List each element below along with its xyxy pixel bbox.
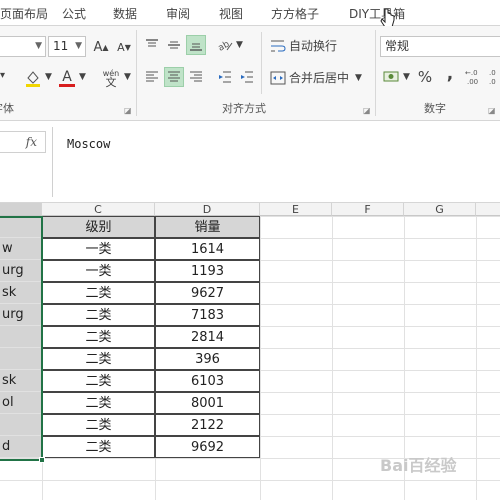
cell-level[interactable]: 二类 — [42, 414, 155, 436]
chevron-down-icon[interactable]: ▼ — [236, 40, 243, 50]
group-label-alignment: 对齐方式 — [222, 102, 266, 115]
header-cell-level[interactable]: 级别 — [42, 216, 155, 238]
fx-icon: fx — [25, 135, 37, 149]
group-divider — [261, 32, 262, 94]
column-header-g[interactable]: G — [404, 203, 476, 216]
cell-level[interactable]: 一类 — [42, 260, 155, 282]
svg-text:ab: ab — [217, 39, 232, 52]
align-bottom-icon[interactable] — [186, 35, 206, 55]
cell-sales[interactable]: 6103 — [155, 370, 260, 392]
cell-level[interactable]: 二类 — [42, 392, 155, 414]
ribbon-tabs: 页面布局 公式 数据 审阅 视图 方方格子 DIY工具箱 — [0, 0, 500, 28]
tab-diy-toolbox[interactable]: DIY工具箱 — [349, 5, 405, 22]
group-label-font: 字体 — [0, 102, 14, 115]
group-divider — [136, 30, 137, 116]
comma-style-button[interactable]: , — [440, 64, 460, 84]
cell-sales[interactable]: 7183 — [155, 304, 260, 326]
cell-sales[interactable]: 1193 — [155, 260, 260, 282]
group-divider — [375, 30, 376, 116]
wrap-text-icon — [271, 40, 286, 51]
insert-function-button[interactable]: fx — [0, 131, 46, 153]
chevron-down-icon[interactable]: ▼ — [79, 72, 86, 82]
dialog-launcher-icon[interactable]: ◪ — [124, 106, 132, 115]
column-header-e[interactable]: E — [260, 203, 332, 216]
ribbon-home: ▼ 11▼ A▲ A▼ ▾ ▼ A ▼ wén文 ▼ 字体 ◪ ab — [0, 26, 500, 121]
cell-sales[interactable]: 2814 — [155, 326, 260, 348]
chevron-down-icon: ▼ — [35, 41, 42, 51]
chevron-down-icon: ▼ — [355, 72, 362, 83]
font-size-combo[interactable]: 11 ▼ — [48, 36, 86, 57]
formula-bar: fx Moscow — [0, 121, 500, 203]
orientation-icon[interactable]: ab — [215, 35, 235, 55]
decrease-font-size-icon[interactable]: A ▼ — [114, 37, 134, 57]
chevron-down-icon: ▼ — [75, 41, 82, 51]
cell-level[interactable]: 二类 — [42, 370, 155, 392]
number-format-combo[interactable]: 常规 — [380, 36, 500, 57]
dialog-launcher-icon[interactable]: ◪ — [363, 106, 371, 115]
tab-review[interactable]: 审阅 — [166, 5, 190, 22]
percent-style-button[interactable]: % — [415, 67, 435, 87]
tab-fangfang[interactable]: 方方格子 — [271, 5, 319, 22]
fill-color-icon[interactable] — [23, 68, 43, 88]
phonetic-guide-icon[interactable]: wén 文 — [99, 66, 123, 90]
gridline — [0, 480, 500, 481]
align-middle-icon[interactable] — [164, 35, 184, 55]
cell-sales[interactable]: 8001 — [155, 392, 260, 414]
merge-center-icon — [270, 71, 286, 84]
header-cell-sales[interactable]: 销量 — [155, 216, 260, 238]
align-right-icon[interactable] — [186, 67, 206, 87]
tab-formulas[interactable]: 公式 — [62, 5, 86, 22]
baidu-watermark: Bai百经验 — [380, 456, 457, 475]
tab-view[interactable]: 视图 — [219, 5, 243, 22]
tab-data[interactable]: 数据 — [113, 5, 137, 22]
formula-input[interactable]: Moscow — [52, 127, 500, 197]
font-color-icon[interactable]: A — [57, 68, 77, 88]
merge-center-button[interactable]: 合并后居中 ▼ — [270, 69, 362, 86]
cell-level[interactable]: 二类 — [42, 436, 155, 458]
align-top-icon[interactable] — [142, 35, 162, 55]
cell-level[interactable]: 一类 — [42, 238, 155, 260]
border-dropdown-icon[interactable]: ▾ — [0, 70, 5, 81]
svg-text:←.0: ←.0 — [465, 69, 478, 77]
font-name-combo[interactable]: ▼ — [0, 36, 46, 57]
cell-level[interactable]: 二类 — [42, 326, 155, 348]
decrease-indent-icon[interactable] — [215, 67, 235, 87]
chevron-down-icon[interactable]: ▼ — [403, 72, 410, 82]
decrease-decimal-icon[interactable]: .0.0 — [489, 67, 500, 87]
column-header-c[interactable]: C — [42, 203, 155, 216]
wrap-text-button[interactable]: 自动换行 — [270, 37, 337, 54]
increase-decimal-icon[interactable]: ←.0.00 — [465, 67, 489, 87]
cell-sales[interactable]: 1614 — [155, 238, 260, 260]
svg-text:.0: .0 — [489, 78, 496, 86]
cell-level[interactable]: 二类 — [42, 282, 155, 304]
cell-sales[interactable]: 9692 — [155, 436, 260, 458]
chevron-down-icon[interactable]: ▼ — [124, 72, 131, 82]
increase-font-size-icon[interactable]: A ▲ — [91, 37, 111, 57]
column-header-f[interactable]: F — [332, 203, 404, 216]
cell-level[interactable]: 二类 — [42, 348, 155, 370]
align-left-icon[interactable] — [142, 67, 162, 87]
tab-page-layout[interactable]: 页面布局 — [0, 5, 48, 22]
column-header-d[interactable]: D — [155, 203, 260, 216]
align-center-icon[interactable] — [164, 67, 184, 87]
fill-handle[interactable] — [39, 457, 45, 463]
svg-text:.00: .00 — [467, 78, 478, 86]
cell-sales[interactable]: 9627 — [155, 282, 260, 304]
selection-range — [0, 216, 43, 461]
accounting-format-icon[interactable] — [382, 67, 402, 87]
column-header-b[interactable] — [0, 203, 42, 216]
svg-text:.0: .0 — [489, 69, 496, 77]
increase-indent-icon[interactable] — [237, 67, 257, 87]
cell-level[interactable]: 二类 — [42, 304, 155, 326]
dialog-launcher-icon[interactable]: ◪ — [488, 106, 496, 115]
cell-sales[interactable]: 2122 — [155, 414, 260, 436]
column-header-h[interactable] — [476, 203, 500, 216]
group-label-number: 数字 — [424, 102, 446, 115]
chevron-down-icon[interactable]: ▼ — [45, 72, 52, 82]
excel-window: 页面布局 公式 数据 审阅 视图 方方格子 DIY工具箱 ▼ 11 ▼ A ▲ A ▼… — [0, 0, 500, 500]
cell-sales[interactable]: 396 — [155, 348, 260, 370]
